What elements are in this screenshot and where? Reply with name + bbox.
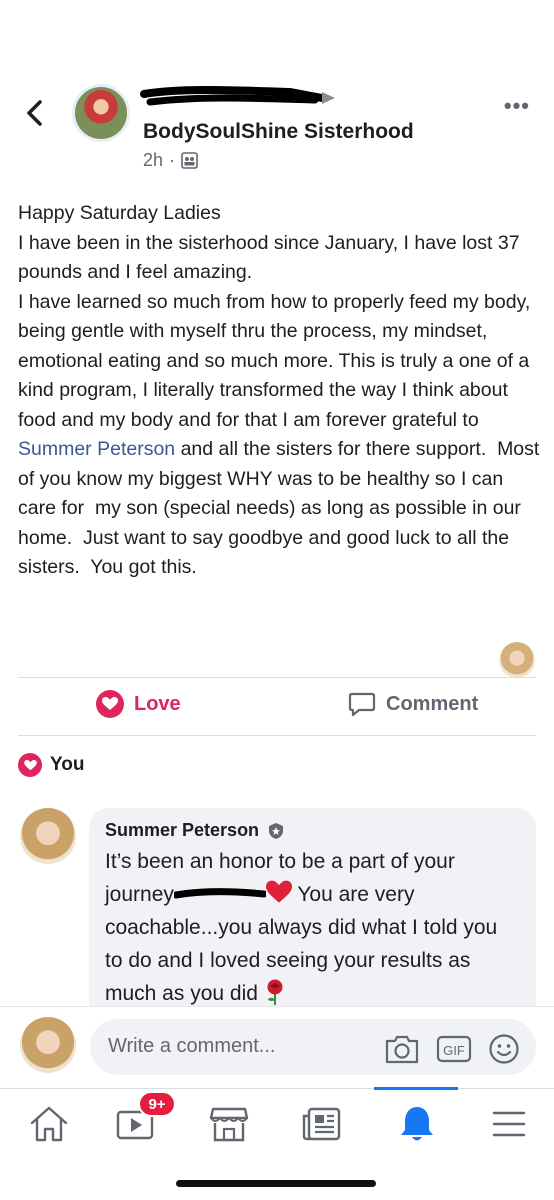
menu-icon — [492, 1111, 526, 1137]
meta-separator: · — [169, 150, 176, 170]
seen-by-avatar[interactable] — [499, 642, 535, 678]
comment-input-placeholder: Write a comment... — [108, 1035, 276, 1057]
love-label: Love — [134, 692, 181, 715]
comment-bubble: Summer Peterson It’s been an honor to be… — [89, 808, 536, 1028]
post-mention[interactable]: Summer Peterson — [18, 438, 175, 460]
tab-news[interactable] — [296, 1099, 346, 1149]
love-icon — [96, 690, 124, 718]
post-body: Happy Saturday Ladies I have been in the… — [18, 199, 540, 583]
reactions-label: You — [50, 754, 85, 775]
divider — [18, 677, 536, 678]
post-time[interactable]: 2h — [143, 150, 163, 171]
post-text-part1: Happy Saturday Ladies I have been in the… — [18, 202, 531, 431]
home-icon — [30, 1106, 68, 1142]
news-icon — [302, 1107, 341, 1141]
bell-icon — [401, 1107, 433, 1141]
rose-emoji-icon — [267, 979, 283, 1005]
smiley-icon[interactable] — [488, 1033, 520, 1065]
group-name[interactable]: BodySoulShine Sisterhood — [143, 120, 414, 144]
redaction-mark — [140, 86, 335, 106]
author-avatar[interactable] — [72, 84, 130, 142]
gif-label: GIF — [443, 1043, 465, 1058]
back-arrow-icon — [27, 100, 42, 126]
more-options-button[interactable]: ••• — [504, 95, 530, 117]
tab-home[interactable] — [24, 1099, 74, 1149]
love-button[interactable]: Love — [96, 690, 181, 718]
home-indicator — [176, 1180, 376, 1187]
more-icon: ••• — [503, 93, 530, 118]
tab-menu[interactable] — [484, 1099, 534, 1149]
love-reaction-icon — [18, 753, 42, 777]
composer-avatar — [20, 1017, 76, 1073]
verified-badge-icon — [269, 822, 284, 839]
commenter-avatar[interactable] — [20, 808, 76, 864]
comment-author[interactable]: Summer Peterson — [105, 820, 259, 841]
group-icon — [181, 152, 198, 169]
gif-icon[interactable]: GIF — [436, 1034, 472, 1064]
video-notification-badge: 9+ — [138, 1091, 176, 1117]
comment-icon — [348, 692, 376, 717]
bottom-tab-bar: 9+ — [0, 1087, 554, 1158]
post-meta: 2h · — [143, 150, 198, 171]
comment-text: It’s been an honor to be a part of your … — [105, 845, 520, 1010]
comment-input[interactable]: Write a comment... GIF — [90, 1019, 536, 1075]
active-tab-indicator — [374, 1087, 458, 1090]
divider — [18, 735, 536, 736]
tab-marketplace[interactable] — [204, 1099, 254, 1149]
comment-label: Comment — [386, 692, 479, 715]
comment-composer: Write a comment... GIF — [0, 1006, 554, 1088]
heart-emoji-icon — [265, 880, 292, 903]
marketplace-icon — [209, 1107, 249, 1142]
tab-notifications[interactable] — [392, 1099, 442, 1149]
reactions-summary[interactable]: You — [18, 753, 84, 777]
back-button[interactable] — [22, 98, 48, 128]
comment-redaction — [173, 888, 266, 899]
camera-icon[interactable] — [384, 1033, 420, 1065]
comment-button[interactable]: Comment — [348, 690, 478, 718]
